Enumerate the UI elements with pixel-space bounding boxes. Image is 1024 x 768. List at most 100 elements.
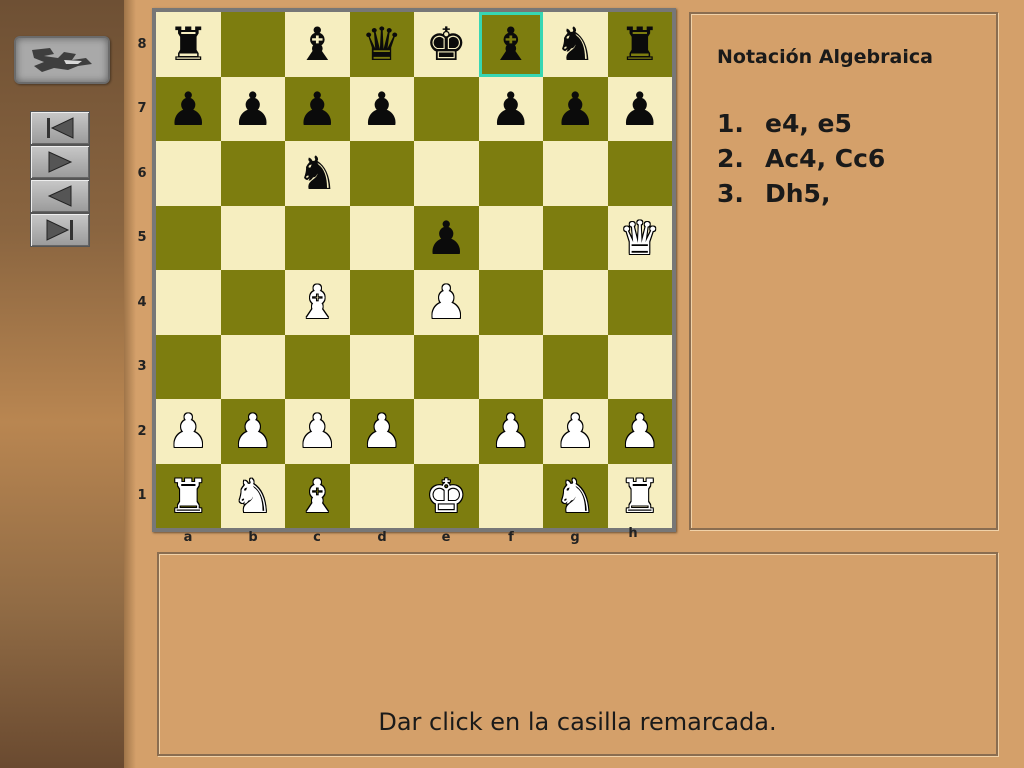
square-d8[interactable]: ♛ bbox=[349, 12, 414, 77]
notation-title: Notación Algebraica bbox=[717, 46, 933, 68]
square-h6[interactable] bbox=[607, 141, 672, 206]
square-d6[interactable] bbox=[349, 141, 414, 206]
square-a8[interactable]: ♜ bbox=[156, 12, 221, 77]
square-c7[interactable]: ♟ bbox=[285, 76, 350, 141]
square-b3[interactable] bbox=[220, 334, 285, 399]
square-g2[interactable]: ♟ bbox=[543, 399, 608, 464]
black-pawn-icon: ♟ bbox=[490, 81, 532, 136]
white-pawn-icon: ♟ bbox=[554, 404, 596, 459]
square-f5[interactable] bbox=[478, 205, 543, 270]
white-pawn-icon: ♟ bbox=[619, 404, 661, 459]
square-c1[interactable]: ♝ bbox=[285, 463, 350, 528]
square-d5[interactable] bbox=[349, 205, 414, 270]
square-f1[interactable] bbox=[478, 463, 543, 528]
rank-label-2: 2 bbox=[137, 424, 147, 439]
square-a4[interactable] bbox=[156, 270, 221, 335]
black-knight-icon: ♞ bbox=[554, 17, 596, 72]
last-move-button[interactable] bbox=[30, 213, 90, 247]
square-g1[interactable]: ♞ bbox=[543, 463, 608, 528]
rank-label-5: 5 bbox=[137, 230, 147, 245]
square-f7[interactable]: ♟ bbox=[478, 76, 543, 141]
square-f3[interactable] bbox=[478, 334, 543, 399]
file-label-g: g bbox=[570, 530, 580, 545]
square-b5[interactable] bbox=[220, 205, 285, 270]
square-h3[interactable] bbox=[607, 334, 672, 399]
square-h1[interactable]: ♜ bbox=[607, 463, 672, 528]
file-label-h: h bbox=[628, 526, 638, 541]
white-rook-icon: ♜ bbox=[167, 468, 209, 523]
square-e4[interactable]: ♟ bbox=[414, 270, 479, 335]
square-d7[interactable]: ♟ bbox=[349, 76, 414, 141]
square-d2[interactable]: ♟ bbox=[349, 399, 414, 464]
square-h5[interactable]: ♛ bbox=[607, 205, 672, 270]
square-a6[interactable] bbox=[156, 141, 221, 206]
square-h8[interactable]: ♜ bbox=[607, 12, 672, 77]
square-b4[interactable] bbox=[220, 270, 285, 335]
square-b1[interactable]: ♞ bbox=[220, 463, 285, 528]
square-d4[interactable] bbox=[349, 270, 414, 335]
black-pawn-icon: ♟ bbox=[232, 81, 274, 136]
move-number: 3. bbox=[717, 179, 744, 208]
square-h4[interactable] bbox=[607, 270, 672, 335]
next-move-button[interactable] bbox=[30, 145, 90, 179]
square-h2[interactable]: ♟ bbox=[607, 399, 672, 464]
square-f8[interactable]: ♝ bbox=[478, 12, 543, 77]
square-c2[interactable]: ♟ bbox=[285, 399, 350, 464]
white-rook-icon: ♜ bbox=[619, 468, 661, 523]
square-c6[interactable]: ♞ bbox=[285, 141, 350, 206]
rank-label-3: 3 bbox=[137, 359, 147, 374]
square-e8[interactable]: ♚ bbox=[414, 12, 479, 77]
square-a1[interactable]: ♜ bbox=[156, 463, 221, 528]
square-b7[interactable]: ♟ bbox=[220, 76, 285, 141]
chess-board: ♜ ♝ ♛ ♚ ♝ ♞ ♜ ♟ ♟ ♟ ♟ ♟ ♟ ♟ ♞ ♟ ♛ ♝ ♟ ♟ ♟ ♟ ♟ ♟ ♟ ♟ ♜ ♞ ♝ ♚ ♞ ♜ bbox=[156, 12, 672, 528]
square-g4[interactable] bbox=[543, 270, 608, 335]
square-f4[interactable] bbox=[478, 270, 543, 335]
white-knight-icon: ♞ bbox=[232, 468, 274, 523]
square-b8[interactable] bbox=[220, 12, 285, 77]
square-a7[interactable]: ♟ bbox=[156, 76, 221, 141]
move-text: Ac4, Cc6 bbox=[765, 144, 886, 173]
play-forward-icon bbox=[48, 151, 73, 173]
black-queen-icon: ♛ bbox=[361, 17, 403, 72]
square-c5[interactable] bbox=[285, 205, 350, 270]
square-f2[interactable]: ♟ bbox=[478, 399, 543, 464]
square-a5[interactable] bbox=[156, 205, 221, 270]
square-g5[interactable] bbox=[543, 205, 608, 270]
black-pawn-icon: ♟ bbox=[361, 81, 403, 136]
white-king-icon: ♚ bbox=[425, 468, 467, 523]
logo-icon bbox=[14, 36, 110, 84]
square-b6[interactable] bbox=[220, 141, 285, 206]
square-d3[interactable] bbox=[349, 334, 414, 399]
square-e2[interactable] bbox=[414, 399, 479, 464]
square-c3[interactable] bbox=[285, 334, 350, 399]
square-h7[interactable]: ♟ bbox=[607, 76, 672, 141]
black-king-icon: ♚ bbox=[425, 17, 467, 72]
white-bishop-icon: ♝ bbox=[296, 468, 338, 523]
move-item: 3. Dh5, bbox=[717, 176, 885, 211]
message-panel: Dar click en la casilla remarcada. bbox=[157, 552, 998, 756]
square-f6[interactable] bbox=[478, 141, 543, 206]
square-a3[interactable] bbox=[156, 334, 221, 399]
black-pawn-icon: ♟ bbox=[619, 81, 661, 136]
square-e1[interactable]: ♚ bbox=[414, 463, 479, 528]
file-label-e: e bbox=[441, 530, 451, 545]
move-list: 1. e4, e5 2. Ac4, Cc6 3. Dh5, bbox=[717, 106, 885, 211]
square-g8[interactable]: ♞ bbox=[543, 12, 608, 77]
square-g7[interactable]: ♟ bbox=[543, 76, 608, 141]
first-move-button[interactable] bbox=[30, 111, 90, 145]
square-d1[interactable] bbox=[349, 463, 414, 528]
black-bishop-icon: ♝ bbox=[490, 17, 532, 72]
square-e7[interactable] bbox=[414, 76, 479, 141]
move-number: 1. bbox=[717, 109, 744, 138]
square-e6[interactable] bbox=[414, 141, 479, 206]
previous-move-button[interactable] bbox=[30, 179, 90, 213]
square-c8[interactable]: ♝ bbox=[285, 12, 350, 77]
square-a2[interactable]: ♟ bbox=[156, 399, 221, 464]
square-c4[interactable]: ♝ bbox=[285, 270, 350, 335]
move-item: 1. e4, e5 bbox=[717, 106, 885, 141]
square-g6[interactable] bbox=[543, 141, 608, 206]
square-b2[interactable]: ♟ bbox=[220, 399, 285, 464]
square-e5[interactable]: ♟ bbox=[414, 205, 479, 270]
square-g3[interactable] bbox=[543, 334, 608, 399]
square-e3[interactable] bbox=[414, 334, 479, 399]
